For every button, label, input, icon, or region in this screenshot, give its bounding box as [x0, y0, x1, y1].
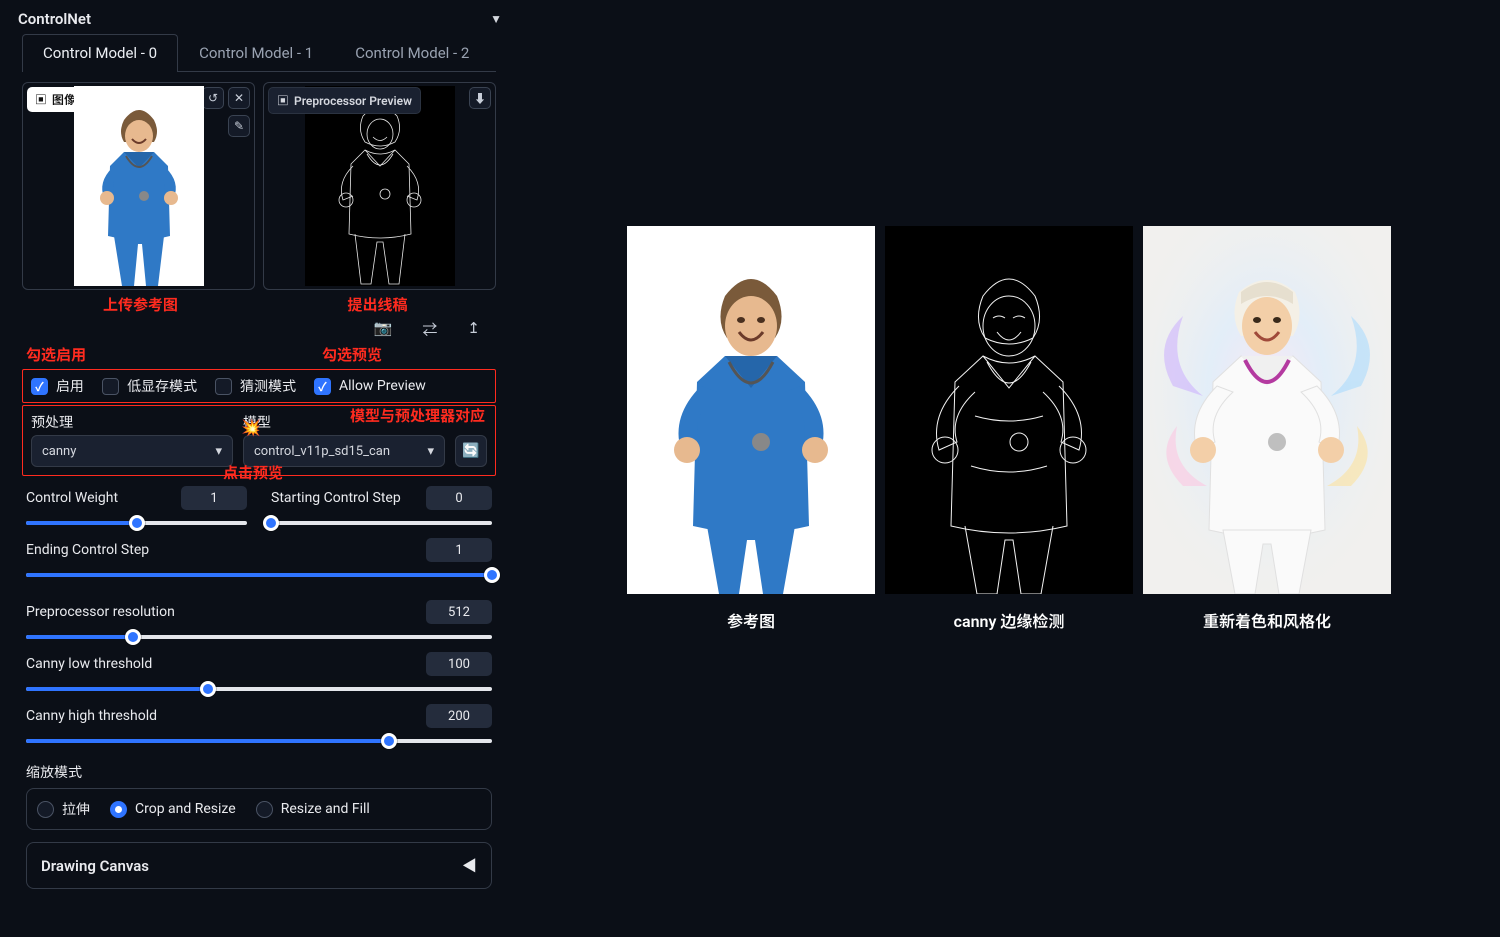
tab-control-model-2[interactable]: Control Model - 2 [334, 34, 490, 71]
checkbox-lowvram[interactable]: 低显存模式 [102, 376, 197, 396]
refresh-models-button[interactable]: 🔄 [455, 435, 487, 467]
value-box[interactable]: 0 [426, 486, 492, 510]
preview-row: ▣ 图像 ↺ ✕ ✎ [22, 82, 496, 290]
showcase-col-stylized: 重新着色和风格化 [1143, 226, 1391, 632]
input-image-cell[interactable]: ▣ 图像 ↺ ✕ ✎ [22, 82, 255, 290]
send-up-icon[interactable]: ↥ [467, 319, 480, 340]
checkbox-box[interactable] [102, 378, 119, 395]
caption-reference: 参考图 [727, 608, 775, 632]
image-icon: ▣ [277, 92, 289, 109]
showcase-col-reference: 参考图 [627, 226, 875, 632]
slider-track[interactable] [26, 568, 492, 582]
model-tabs: Control Model - 0 Control Model - 1 Cont… [22, 34, 496, 72]
checkbox-box[interactable] [314, 378, 331, 395]
chevron-down-icon: ▾ [427, 444, 434, 459]
preprocessor-preview-cell[interactable]: ▣ Preprocessor Preview ⬇ [263, 82, 496, 290]
nurse-figure-icon [627, 226, 875, 594]
hint-preview: 勾选预览 [322, 344, 382, 365]
sliders-group: Control Weight 1 Starting Control Step 0 [26, 486, 492, 748]
slider-control-weight: Control Weight 1 [26, 486, 247, 530]
slider-track[interactable] [26, 630, 492, 644]
caption-stylized: 重新着色和风格化 [1203, 608, 1331, 632]
caption-canny: canny 边缘检测 [954, 608, 1065, 632]
preprocessor-select[interactable]: canny ▾ [31, 435, 233, 467]
refresh-icon: 🔄 [462, 443, 479, 459]
caption-upload: 上传参考图 [22, 294, 259, 315]
model-label: 模型 [243, 412, 445, 432]
radio-box[interactable] [110, 801, 127, 818]
preprocessor-field: 预处理 canny ▾ [31, 412, 233, 467]
value-box[interactable]: 100 [426, 652, 492, 676]
preprocessor-model-group: 模型与预处理器对应 预处理 canny ▾ 💥 模型 control_v11p_… [22, 405, 496, 476]
controlnet-panel: ControlNet ▼ Control Model - 0 Control M… [0, 0, 518, 937]
value-box[interactable]: 200 [426, 704, 492, 728]
edit-icon[interactable]: ✎ [228, 115, 250, 137]
util-icons: 📷 ⇄ ↥ [14, 319, 480, 340]
slider-track[interactable] [271, 516, 492, 530]
preprocessor-label: 预处理 [31, 412, 233, 432]
tab-control-model-1[interactable]: Control Model - 1 [178, 34, 334, 71]
preview-thumbnail [305, 86, 455, 286]
resize-mode-label: 缩放模式 [26, 762, 492, 782]
checkbox-group: 启用 低显存模式 猜测模式 Allow Preview [22, 369, 496, 403]
triangle-left-icon: ◀ [462, 855, 477, 876]
hint-enable: 勾选启用 [26, 344, 86, 365]
checkbox-allow-preview[interactable]: Allow Preview [314, 378, 426, 395]
slider-start-step: Starting Control Step 0 [271, 486, 492, 530]
panel-title: ControlNet [18, 10, 91, 28]
preview-badge: ▣ Preprocessor Preview [268, 87, 421, 114]
model-field: 模型 control_v11p_sd15_can ▾ [243, 412, 445, 467]
canny-image [885, 226, 1133, 594]
radio-box[interactable] [37, 801, 54, 818]
slider-canny-high: Canny high threshold 200 [26, 704, 492, 748]
hint-row-1: 勾选启用 勾选预览 [26, 344, 492, 365]
radio-box[interactable] [256, 801, 273, 818]
undo-icon[interactable]: ↺ [202, 87, 224, 109]
collapse-icon[interactable]: ▼ [490, 12, 502, 26]
slider-end-step: Ending Control Step 1 [26, 538, 492, 582]
canny-edge-icon [885, 226, 1133, 594]
slider-resolution: Preprocessor resolution 512 [26, 600, 492, 644]
value-box[interactable]: 512 [426, 600, 492, 624]
value-box[interactable]: 1 [181, 486, 247, 510]
camera-icon[interactable]: 📷 [374, 319, 393, 340]
nurse-figure-icon [74, 86, 204, 286]
slider-canny-low: Canny low threshold 100 [26, 652, 492, 696]
stylized-figure-icon [1143, 226, 1391, 594]
download-icon[interactable]: ⬇ [469, 87, 491, 109]
slider-track[interactable] [26, 516, 247, 530]
showcase-col-canny: canny 边缘检测 [885, 226, 1133, 632]
image-icon: ▣ [35, 91, 47, 108]
radio-crop-resize[interactable]: Crop and Resize [110, 799, 236, 819]
panel-header: ControlNet ▼ [14, 6, 504, 30]
chevron-down-icon: ▾ [215, 444, 222, 459]
value-box[interactable]: 1 [426, 538, 492, 562]
input-thumbnail [74, 86, 204, 286]
swap-icon[interactable]: ⇄ [422, 319, 437, 340]
close-icon[interactable]: ✕ [228, 87, 250, 109]
slider-track[interactable] [26, 734, 492, 748]
tab-control-model-0[interactable]: Control Model - 0 [22, 34, 178, 71]
radio-stretch[interactable]: 拉伸 [37, 799, 90, 819]
drawing-canvas-toggle[interactable]: Drawing Canvas ◀ [26, 842, 492, 889]
canny-edge-icon [305, 86, 455, 286]
checkbox-box[interactable] [31, 378, 48, 395]
showcase-area: 参考图 [518, 0, 1500, 937]
reference-image [627, 226, 875, 594]
spark-icon: 💥 [241, 418, 261, 437]
radio-resize-fill[interactable]: Resize and Fill [256, 799, 370, 819]
checkbox-enable[interactable]: 启用 [31, 376, 84, 396]
caption-extract: 提出线稿 [259, 294, 496, 315]
checkbox-box[interactable] [215, 378, 232, 395]
preview-captions: 上传参考图 提出线稿 [22, 290, 496, 315]
stylized-image [1143, 226, 1391, 594]
checkbox-guess[interactable]: 猜测模式 [215, 376, 296, 396]
resize-mode-group: 拉伸 Crop and Resize Resize and Fill [26, 788, 492, 830]
hint-click-preview: 点击预览 [223, 462, 283, 483]
slider-track[interactable] [26, 682, 492, 696]
